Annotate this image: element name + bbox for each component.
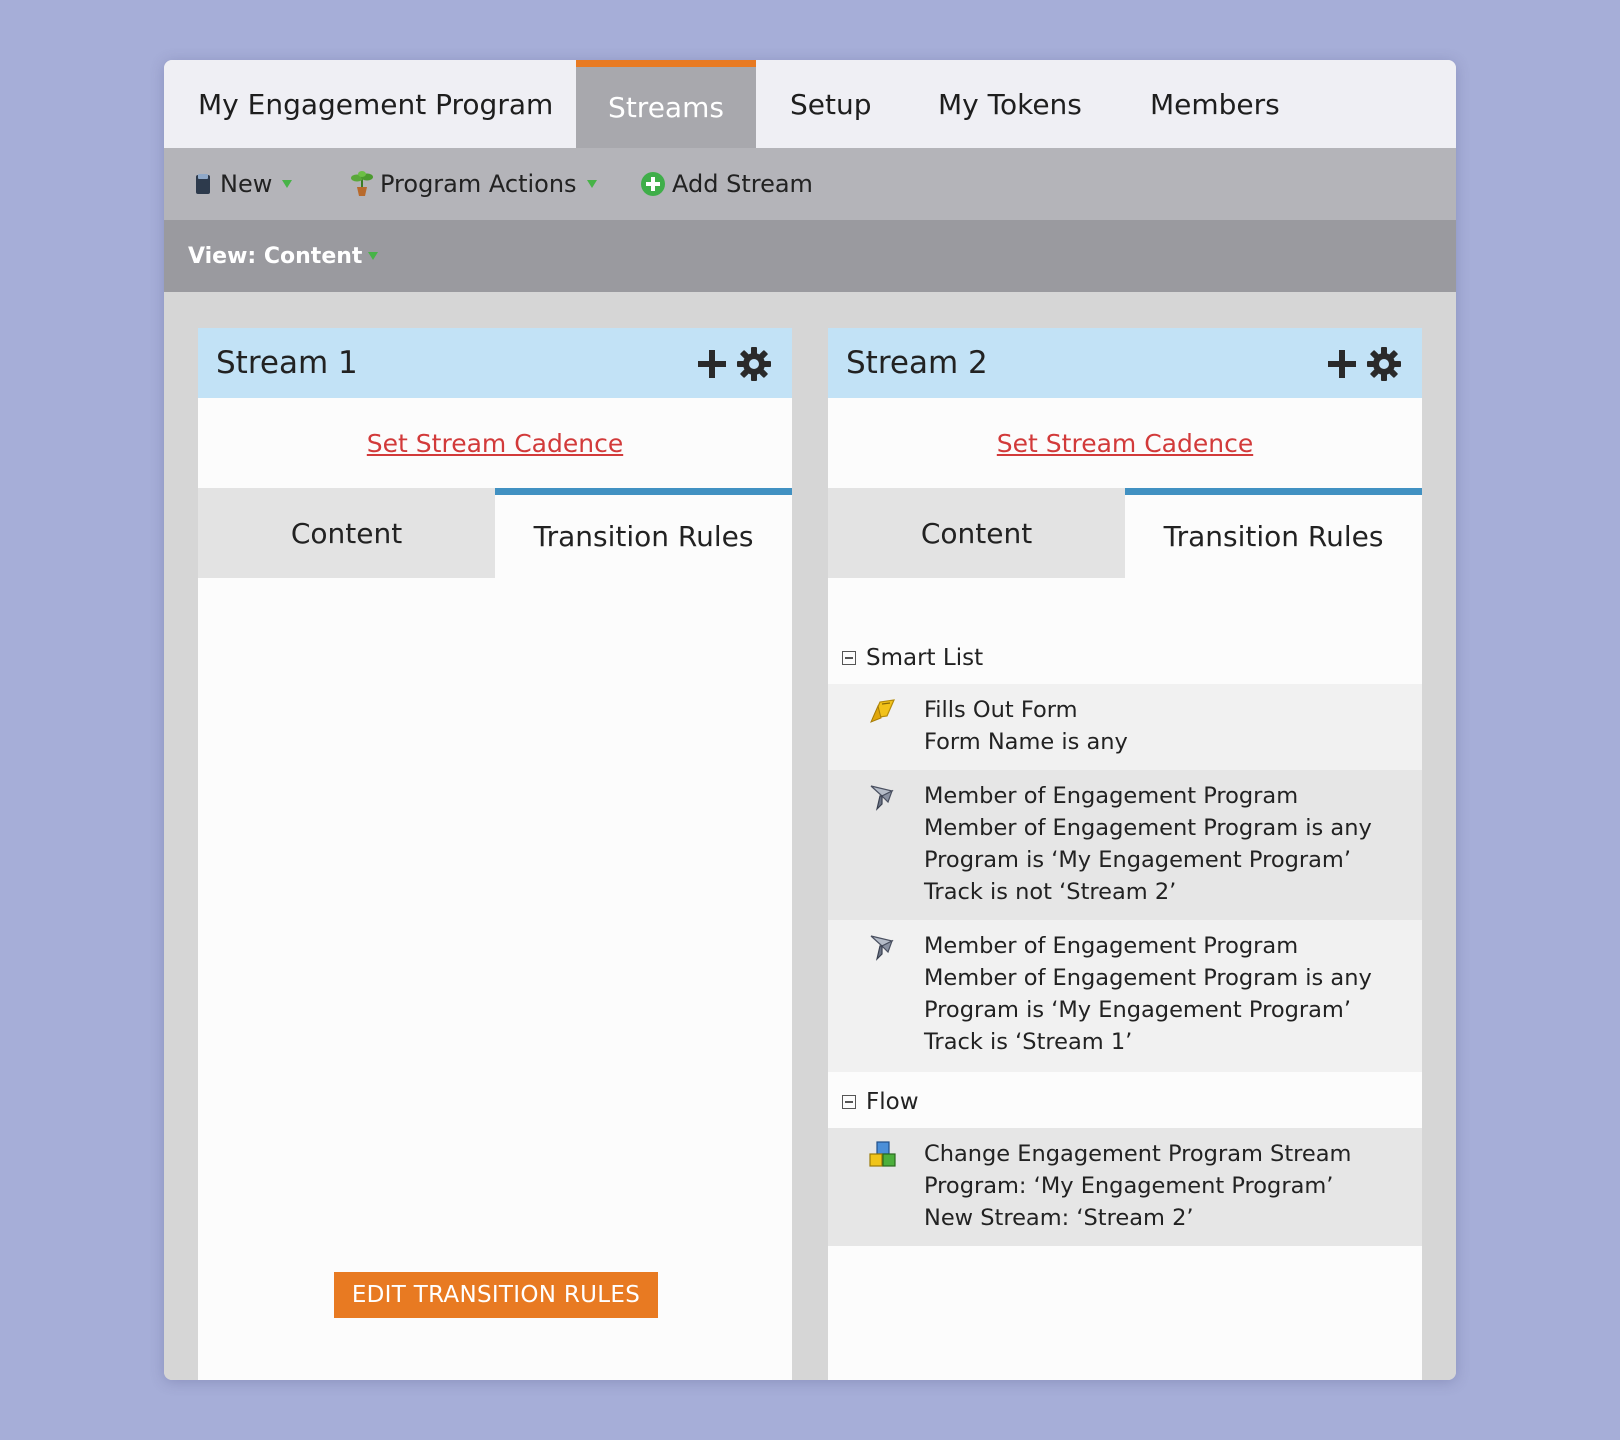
rule-text: Member of Engagement Program Member of E…: [924, 780, 1372, 908]
filter-icon: [870, 935, 894, 961]
subtab-content[interactable]: Content: [198, 488, 495, 578]
program-actions-menu-button[interactable]: Program Actions: [348, 148, 597, 220]
gear-icon[interactable]: [736, 346, 772, 382]
new-menu-button[interactable]: New: [194, 148, 293, 220]
add-circle-icon: [641, 172, 665, 196]
subtab-content[interactable]: Content: [828, 488, 1125, 578]
rule-title: Member of Engagement Program: [924, 933, 1299, 959]
tab-setup[interactable]: Setup: [756, 60, 904, 148]
stream-header-actions: [694, 346, 772, 382]
smart-list-heading-label: Smart List: [866, 645, 984, 671]
chevron-down-icon: [586, 180, 597, 188]
program-tabbar: My Engagement Program Streams Setup My T…: [164, 60, 1456, 148]
rule-text: Change Engagement Program Stream Program…: [924, 1138, 1351, 1234]
new-document-icon: [196, 174, 210, 194]
rule-condition: Program is ‘My Engagement Program’: [924, 847, 1351, 873]
stream-panel-1: Stream 1 Set Stream Cadence Content Tran…: [198, 328, 792, 1380]
stream-subtabs: Content Transition Rules: [198, 488, 792, 578]
smart-list-rule[interactable]: Fills Out Form Form Name is any: [828, 684, 1422, 770]
rule-condition: Program is ‘My Engagement Program’: [924, 997, 1351, 1023]
stream-subtabs: Content Transition Rules: [828, 488, 1422, 578]
program-actions-label: Program Actions: [380, 170, 577, 198]
app-window: My Engagement Program Streams Setup My T…: [164, 60, 1456, 1380]
stream-header: Stream 2: [828, 328, 1422, 398]
smart-list-rule[interactable]: Member of Engagement Program Member of E…: [828, 770, 1422, 920]
plant-icon: [351, 171, 373, 196]
toolbar: New Program Actions Add Stream: [164, 148, 1456, 220]
stream-title: Stream 2: [846, 345, 988, 381]
stream-header: Stream 1: [198, 328, 792, 398]
subtab-transition-rules[interactable]: Transition Rules: [1125, 488, 1422, 578]
flow-step-title: Change Engagement Program Stream: [924, 1141, 1352, 1167]
set-stream-cadence-link[interactable]: Set Stream Cadence: [367, 429, 623, 458]
add-stream-label: Add Stream: [672, 170, 813, 198]
subtab-transition-rules[interactable]: Transition Rules: [495, 488, 792, 578]
new-label: New: [220, 170, 273, 198]
flow-step-detail: Program: ‘My Engagement Program’: [924, 1173, 1334, 1199]
tab-members[interactable]: Members: [1116, 60, 1316, 148]
rule-text: Fills Out Form Form Name is any: [924, 694, 1128, 758]
rule-condition: Track is not ‘Stream 2’: [924, 879, 1177, 905]
smart-list-rule[interactable]: Member of Engagement Program Member of E…: [828, 920, 1422, 1072]
form-icon: [870, 699, 895, 723]
streams-canvas: Stream 1 Set Stream Cadence Content Tran…: [164, 292, 1456, 1380]
plus-icon[interactable]: [694, 346, 730, 382]
tab-my-tokens[interactable]: My Tokens: [904, 60, 1116, 148]
cadence-row: Set Stream Cadence: [198, 398, 792, 488]
rule-condition: Form Name is any: [924, 729, 1128, 755]
flow-heading-label: Flow: [866, 1089, 919, 1115]
chevron-down-icon: [282, 180, 293, 188]
tab-streams[interactable]: Streams: [576, 60, 756, 148]
collapse-icon[interactable]: [842, 1095, 856, 1109]
flow-step[interactable]: Change Engagement Program Stream Program…: [828, 1128, 1422, 1246]
rule-condition: Track is ‘Stream 1’: [924, 1029, 1133, 1055]
rule-condition: Member of Engagement Program is any: [924, 815, 1372, 841]
plus-icon[interactable]: [1324, 346, 1360, 382]
flow-heading: Flow: [842, 1082, 919, 1122]
view-bar: View: Content: [164, 220, 1456, 292]
rule-title: Member of Engagement Program: [924, 783, 1299, 809]
cadence-row: Set Stream Cadence: [828, 398, 1422, 488]
rule-condition: Member of Engagement Program is any: [924, 965, 1372, 991]
rule-title: Fills Out Form: [924, 697, 1078, 723]
stream-title: Stream 1: [216, 345, 358, 381]
add-stream-button[interactable]: Add Stream: [640, 148, 813, 220]
gear-icon[interactable]: [1366, 346, 1402, 382]
collapse-icon[interactable]: [842, 651, 856, 665]
flow-step-detail: New Stream: ‘Stream 2’: [924, 1205, 1194, 1231]
tab-my-engagement-program[interactable]: My Engagement Program: [164, 60, 576, 148]
rule-text: Member of Engagement Program Member of E…: [924, 930, 1372, 1058]
flow-step-icon: [869, 1141, 896, 1167]
smart-list-heading: Smart List: [842, 638, 983, 678]
filter-icon: [870, 785, 894, 811]
stream-header-actions: [1324, 346, 1402, 382]
set-stream-cadence-link[interactable]: Set Stream Cadence: [997, 429, 1253, 458]
chevron-down-icon: [368, 252, 379, 260]
edit-transition-rules-button[interactable]: EDIT TRANSITION RULES: [334, 1272, 658, 1318]
view-selector-label: View: Content: [188, 243, 363, 269]
view-selector[interactable]: View: Content: [188, 220, 379, 292]
stream-panel-2: Stream 2 Set Stream Cadence Content Tran…: [828, 328, 1422, 1380]
